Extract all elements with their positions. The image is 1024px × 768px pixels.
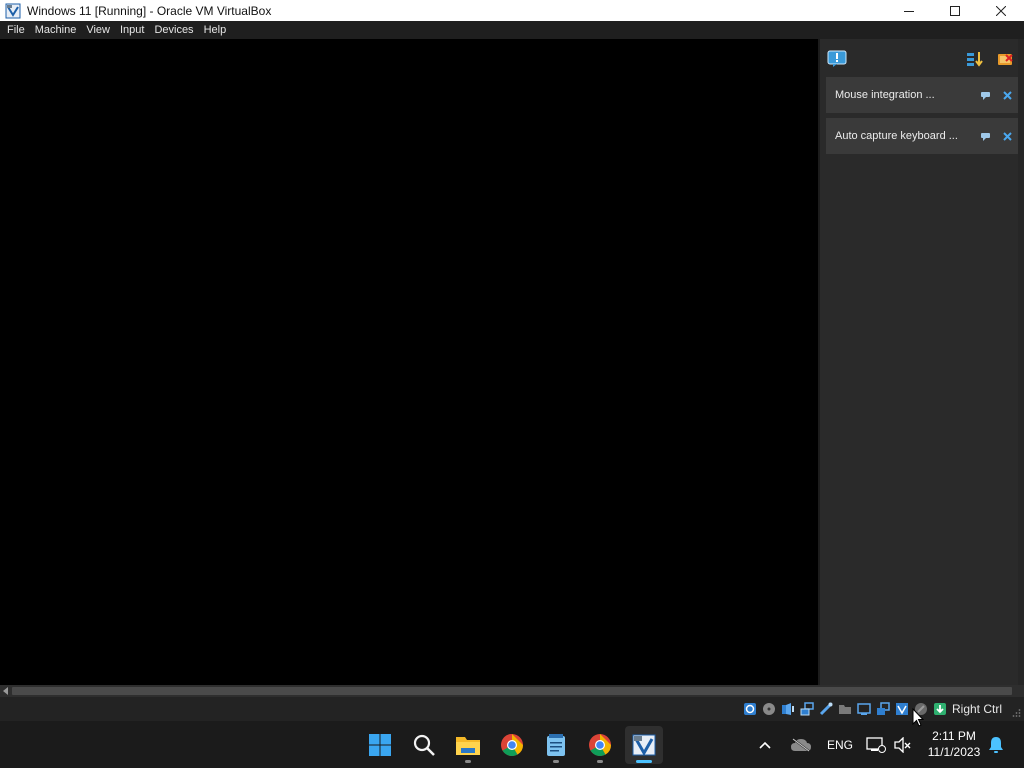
- notification-label: Auto capture keyboard ...: [835, 130, 958, 142]
- notification-bubble-icon: [827, 50, 847, 67]
- audio-icon[interactable]: [779, 701, 798, 717]
- display-icon[interactable]: [855, 701, 874, 717]
- clear-all-icon: [998, 54, 1013, 65]
- show-hidden-icons-button[interactable]: [758, 721, 772, 768]
- minimize-button[interactable]: [886, 0, 932, 21]
- pin-icon: [980, 91, 990, 100]
- volume-muted-icon: [894, 736, 911, 753]
- recording-icon[interactable]: [874, 701, 893, 717]
- minimize-icon: [904, 10, 914, 12]
- optical-drive-icon[interactable]: [760, 701, 779, 717]
- volume-tray-icon[interactable]: [894, 721, 912, 768]
- menu-devices[interactable]: Devices: [149, 21, 198, 39]
- usb-icon[interactable]: [817, 701, 836, 717]
- sort-order-icon: [967, 52, 983, 67]
- close-icon: [1002, 90, 1012, 100]
- bell-icon: [989, 736, 1003, 753]
- keyboard-capture-icon[interactable]: [931, 701, 950, 717]
- close-icon: [1002, 131, 1012, 141]
- language-indicator[interactable]: ENG: [827, 721, 853, 768]
- clock-date: 11/1/2023: [927, 745, 981, 759]
- panel-vertical-scrollbar[interactable]: [1018, 39, 1024, 685]
- language-label: ENG: [827, 737, 854, 752]
- clock[interactable]: 2:11 PM 11/1/2023: [922, 728, 986, 760]
- file-explorer-taskbar-app[interactable]: [449, 726, 487, 764]
- maximize-icon: [950, 5, 960, 16]
- notification-close-button[interactable]: [996, 127, 1018, 145]
- search-icon: [413, 734, 435, 756]
- hard-disk-icon[interactable]: [741, 701, 760, 717]
- notification-pin-button[interactable]: [974, 127, 996, 145]
- notification-center-button[interactable]: [988, 721, 1004, 768]
- menu-help[interactable]: Help: [199, 21, 232, 39]
- virtualbox-icon: [632, 734, 656, 757]
- shared-folders-icon[interactable]: [836, 701, 855, 717]
- vm-status-bar: Right Ctrl: [0, 697, 1024, 721]
- window-controls: [886, 0, 1024, 21]
- window-title: Windows 11 [Running] - Oracle VM Virtual…: [27, 3, 272, 18]
- search-button[interactable]: [405, 726, 443, 764]
- mouse-cursor-icon: [912, 708, 924, 727]
- clock-time: 2:11 PM: [932, 729, 976, 743]
- chrome-icon: [501, 734, 523, 756]
- notification-item-auto-capture[interactable]: Auto capture keyboard ...: [826, 118, 1018, 154]
- notification-pin-button[interactable]: [974, 86, 996, 104]
- host-key-label[interactable]: Right Ctrl: [952, 702, 1002, 716]
- chevron-up-icon: [759, 741, 771, 749]
- menu-machine[interactable]: Machine: [30, 21, 82, 39]
- maximize-button[interactable]: [932, 0, 978, 21]
- pin-icon: [980, 132, 990, 141]
- notification-toolbar: [820, 39, 1024, 77]
- menu-file[interactable]: File: [2, 21, 30, 39]
- close-icon: [996, 5, 1006, 16]
- network-tray-icon[interactable]: [866, 721, 886, 768]
- sort-order-button[interactable]: [964, 49, 986, 69]
- virtualbox-app-icon: [5, 3, 21, 19]
- window-titlebar: Windows 11 [Running] - Oracle VM Virtual…: [0, 0, 1024, 21]
- windows-logo-icon: [369, 734, 391, 756]
- notification-center-panel: Mouse integration ... Auto capture keybo…: [818, 39, 1024, 685]
- running-indicator: [597, 760, 603, 763]
- notepad-taskbar-app[interactable]: [537, 726, 575, 764]
- menu-view[interactable]: View: [81, 21, 115, 39]
- notification-label: Mouse integration ...: [835, 89, 935, 101]
- virtualbox-taskbar-app[interactable]: [625, 726, 663, 764]
- notification-toggle-button[interactable]: [826, 49, 848, 69]
- cloud-offline-icon: [791, 737, 811, 752]
- network-disconnected-icon: [866, 736, 886, 753]
- windows-taskbar: ENG 2:11 PM 11/1/2023: [0, 721, 1024, 768]
- scrollbar-thumb[interactable]: [12, 687, 1012, 695]
- close-button[interactable]: [978, 0, 1024, 21]
- running-indicator: [553, 760, 559, 763]
- chrome-taskbar-app-2[interactable]: [581, 726, 619, 764]
- notepad-icon: [547, 734, 565, 756]
- start-button[interactable]: [361, 726, 399, 764]
- folder-icon: [456, 737, 480, 755]
- clear-all-notifications-button[interactable]: [994, 49, 1016, 69]
- network-icon[interactable]: [798, 701, 817, 717]
- vm-display[interactable]: [0, 39, 818, 685]
- horizontal-scrollbar[interactable]: [0, 685, 1024, 697]
- onedrive-tray-icon[interactable]: [790, 721, 812, 768]
- chrome-icon: [589, 734, 611, 756]
- virtualization-icon[interactable]: [893, 701, 912, 717]
- running-indicator: [465, 760, 471, 763]
- scroll-left-icon[interactable]: [2, 687, 10, 695]
- notification-close-button[interactable]: [996, 86, 1018, 104]
- chrome-taskbar-app[interactable]: [493, 726, 531, 764]
- resize-grip-icon[interactable]: [1011, 708, 1021, 718]
- menu-input[interactable]: Input: [115, 21, 149, 39]
- active-indicator: [636, 760, 652, 763]
- menu-bar: File Machine View Input Devices Help: [0, 21, 1024, 39]
- notification-item-mouse-integration[interactable]: Mouse integration ...: [826, 77, 1018, 113]
